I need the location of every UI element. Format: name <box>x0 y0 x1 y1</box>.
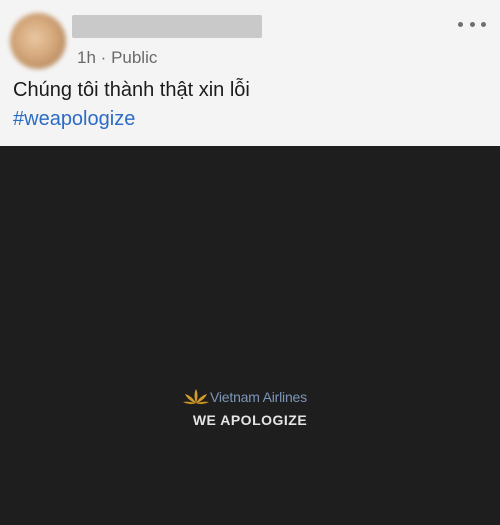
brand-logo: Vietnam Airlines <box>183 388 307 406</box>
post-time[interactable]: 1h <box>77 48 96 67</box>
more-horizontal-icon-dot <box>469 21 475 27</box>
post-text: Chúng tôi thành thật xin lỗi <box>13 79 250 101</box>
more-horizontal-icon <box>458 21 463 27</box>
author-name-redacted[interactable] <box>72 15 262 38</box>
more-options-button[interactable] <box>458 14 486 34</box>
post-header: 1h · Public Chúng tôi thành thật xin lỗi… <box>0 0 500 146</box>
apology-caption: WE APOLOGIZE <box>192 412 308 428</box>
post-meta: 1h · Public <box>77 48 157 68</box>
meta-separator: · <box>100 48 107 67</box>
post-image[interactable] <box>0 146 500 525</box>
post-visibility: Public <box>111 48 158 67</box>
hashtag-link[interactable]: #weapologize <box>13 108 135 131</box>
avatar[interactable] <box>10 13 66 69</box>
lotus-logo-icon <box>183 389 209 405</box>
brand-name: Vietnam Airlines <box>210 389 307 405</box>
more-horizontal-icon-dot <box>481 21 486 27</box>
